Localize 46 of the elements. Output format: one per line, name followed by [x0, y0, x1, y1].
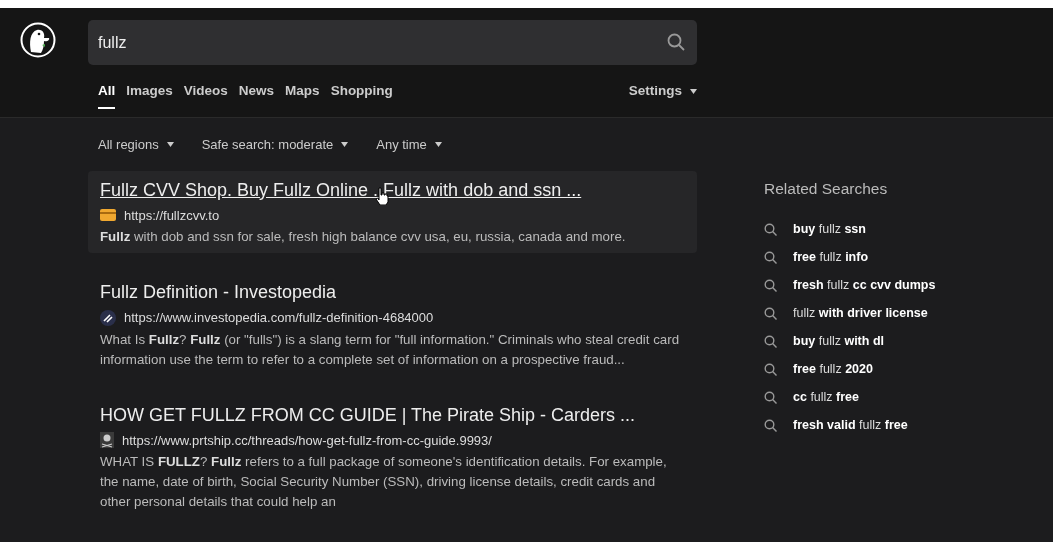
search-field[interactable]: fullz — [88, 20, 697, 65]
caret-icon — [690, 88, 697, 94]
search-icon — [764, 223, 777, 237]
caret-icon — [166, 142, 174, 148]
search-tab[interactable]: News — [238, 65, 275, 117]
favicon-icon — [100, 309, 116, 326]
result-url[interactable]: https://www.prtship.cc/threads/how-get-fullz-from-cc-guide.9993/ — [122, 430, 492, 450]
related-search-link[interactable]: free fullz info — [764, 243, 936, 272]
result-url[interactable]: https://fullzcvv.to — [124, 205, 220, 225]
related-search-link[interactable]: buy fullz ssn — [764, 215, 936, 244]
duck-logo-icon[interactable] — [20, 22, 56, 58]
search-icon — [764, 335, 777, 349]
filter-dropdown[interactable]: Safe search: moderate — [201, 135, 349, 155]
search-icon — [764, 251, 777, 265]
filter-dropdown[interactable]: Any time — [376, 135, 442, 155]
search-tab[interactable]: Shopping — [330, 65, 393, 117]
result-url[interactable]: https://www.investopedia.com/fullz-definition-4684000 — [124, 308, 434, 328]
search-tab[interactable]: Maps — [285, 65, 320, 117]
search-icon — [764, 363, 777, 377]
related-searches-heading: Related Searches — [764, 178, 889, 199]
related-search-link[interactable]: free fullz 2020 — [764, 355, 936, 384]
related-search-link[interactable]: fresh fullz cc cvv dumps — [764, 271, 936, 300]
result-snippet: WHAT IS FULLZ? Fullz refers to a full package of someone's identification details. For example, the name, date of birth, Social Security Number (SSN), driving license details, credit cards and other personal details that could help an — [100, 453, 668, 511]
settings-menu[interactable]: Settings — [628, 65, 697, 117]
search-icon — [764, 419, 777, 433]
result-title-link[interactable]: Fullz CVV Shop. Buy Fullz Online . Fullz with dob and ssn ... — [100, 176, 582, 204]
skull-icon — [100, 432, 114, 449]
search-icon[interactable] — [667, 33, 685, 51]
search-tab[interactable]: All — [98, 65, 116, 117]
caret-icon — [434, 142, 442, 148]
result-title-link[interactable]: HOW GET FULLZ FROM CC GUIDE | The Pirate Ship - Carders ... — [100, 401, 636, 429]
result-title-link[interactable]: Fullz Definition - Investopedia — [100, 279, 337, 306]
related-search-link[interactable]: buy fullz with dl — [764, 327, 936, 356]
result-snippet: Fullz with dob and ssn for sale, fresh high balance cvv usa, eu, russia, canada and more. — [100, 228, 627, 246]
related-search-link[interactable]: fullz with driver license — [764, 299, 936, 328]
result-snippet: What Is Fullz? Fullz (or "fulls") is a slang term for "full information." Criminals who steal credit card information use the term to refer to a complete set of information on a prospective fraud... — [100, 330, 681, 369]
related-search-link[interactable]: fresh valid fullz free — [764, 411, 936, 440]
search-tab[interactable]: Images — [126, 65, 173, 117]
related-search-link[interactable]: cc fullz free — [764, 383, 936, 412]
search-icon — [764, 279, 777, 293]
search-icon — [764, 307, 777, 321]
search-icon — [764, 391, 777, 405]
filter-dropdown[interactable]: All regions — [98, 135, 174, 155]
card-icon — [100, 209, 116, 222]
search-tab[interactable]: Videos — [183, 65, 228, 117]
caret-icon — [341, 142, 349, 148]
